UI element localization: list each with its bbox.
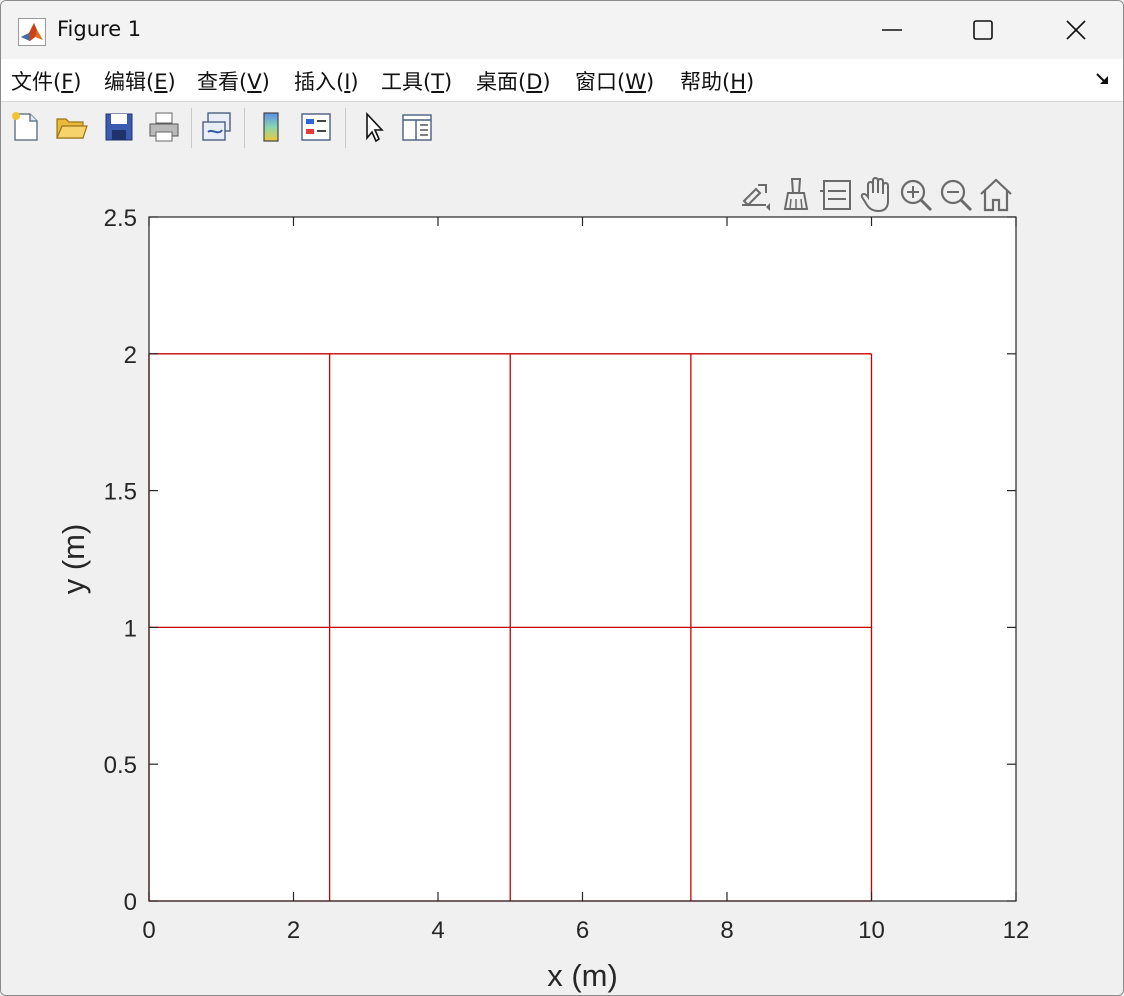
menu-insert[interactable]: 插入(I) <box>294 66 359 96</box>
menu-desktop-close: ) <box>542 70 551 94</box>
open-file-icon[interactable] <box>54 110 88 144</box>
menu-edit[interactable]: 编辑(E) <box>104 66 176 96</box>
menu-view-label: 查看( <box>197 70 248 94</box>
menu-insert-close: ) <box>350 70 359 94</box>
toolbar-separator <box>244 108 245 148</box>
menu-window-close: ) <box>645 70 655 94</box>
menu-file-label: 文件( <box>11 70 62 94</box>
legend-icon[interactable] <box>299 110 333 144</box>
menu-desktop[interactable]: 桌面(D) <box>476 66 551 96</box>
menu-window-key: W <box>625 70 646 94</box>
zoom-in-icon[interactable] <box>898 175 934 215</box>
menu-view[interactable]: 查看(V) <box>197 66 270 96</box>
figure-canvas <box>1 154 1123 995</box>
menu-help[interactable]: 帮助(H) <box>680 66 754 96</box>
maximize-icon <box>973 20 993 40</box>
menu-edit-key: E <box>154 70 168 94</box>
menu-help-label: 帮助( <box>680 70 731 94</box>
menu-edit-label: 编辑( <box>104 70 155 94</box>
zoom-out-icon[interactable] <box>938 175 974 215</box>
minimize-icon <box>882 29 902 31</box>
menu-desktop-key: D <box>526 70 543 94</box>
link-plot-icon[interactable] <box>200 110 234 144</box>
menu-desktop-label: 桌面( <box>476 70 527 94</box>
menu-window[interactable]: 窗口(W) <box>575 66 654 96</box>
menu-view-close: ) <box>261 70 270 94</box>
pan-hand-icon[interactable] <box>858 175 894 215</box>
menu-window-label: 窗口( <box>575 70 626 94</box>
brush-export-icon[interactable] <box>736 175 772 215</box>
property-inspector-icon[interactable] <box>400 110 434 144</box>
menu-edit-close: ) <box>167 70 176 94</box>
dock-arrow-icon[interactable] <box>1095 71 1111 87</box>
axes-toolbar <box>736 175 1021 215</box>
maximize-button[interactable] <box>937 1 1029 59</box>
new-figure-icon[interactable] <box>9 110 43 144</box>
title-bar[interactable]: Figure 1 <box>1 1 1123 59</box>
colorbar-icon[interactable] <box>254 110 288 144</box>
close-icon <box>1066 20 1086 40</box>
toolbar-separator <box>191 108 192 148</box>
menu-tools-label: 工具( <box>381 70 432 94</box>
home-icon[interactable] <box>978 175 1014 215</box>
figure-toolbar <box>1 101 1123 155</box>
menu-insert-label: 插入( <box>294 70 345 94</box>
close-button[interactable] <box>1030 1 1122 59</box>
menu-tools[interactable]: 工具(T) <box>381 66 452 96</box>
menu-file-key: F <box>61 70 74 94</box>
menu-file-close: ) <box>73 70 82 94</box>
menu-help-key: H <box>730 70 746 94</box>
data-brush-icon[interactable] <box>778 175 814 215</box>
matlab-logo-icon <box>18 18 46 46</box>
menu-view-key: V <box>247 70 262 94</box>
menu-file[interactable]: 文件(F) <box>11 66 82 96</box>
save-icon[interactable] <box>102 110 136 144</box>
figure-window: Figure 1 文件(F) 编辑(E) 查看(V) 插入(I) 工具(T) 桌… <box>0 0 1124 996</box>
menu-tools-key: T <box>431 70 445 94</box>
menu-tools-close: ) <box>444 70 453 94</box>
menu-bar: 文件(F) 编辑(E) 查看(V) 插入(I) 工具(T) 桌面(D) 窗口(W… <box>1 59 1123 101</box>
window-title: Figure 1 <box>57 17 142 41</box>
minimize-button[interactable] <box>846 1 938 59</box>
pointer-icon[interactable] <box>357 110 391 144</box>
print-icon[interactable] <box>147 110 181 144</box>
data-tip-icon[interactable] <box>819 175 855 215</box>
menu-help-close: ) <box>746 70 755 94</box>
toolbar-separator <box>345 108 346 148</box>
